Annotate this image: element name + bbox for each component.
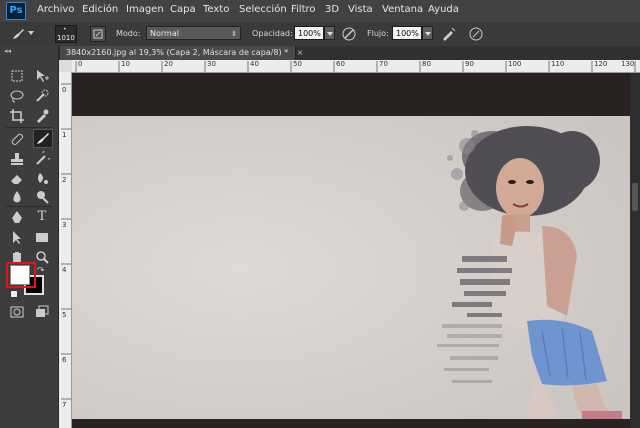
brush-preset-icon[interactable] <box>90 26 106 42</box>
default-colors-icon[interactable] <box>10 290 18 298</box>
opacity-input[interactable]: 100% <box>294 26 324 40</box>
flow-label: Flujo: <box>367 29 389 38</box>
quick-select-icon[interactable] <box>34 88 50 104</box>
rectangle-icon[interactable] <box>34 229 50 245</box>
ruler-tick-label: 20 <box>164 60 173 68</box>
ruler-tick-label: 4 <box>62 266 67 274</box>
menu-3d[interactable]: 3D <box>325 4 339 15</box>
tool-preset-arrow-icon[interactable] <box>28 31 34 35</box>
lasso-icon[interactable] <box>9 88 25 104</box>
scrollbar-thumb[interactable] <box>632 183 638 211</box>
flow-dropdown-icon[interactable] <box>422 26 433 40</box>
move-icon[interactable] <box>34 68 50 84</box>
brush-dot-icon: • <box>63 26 67 33</box>
ruler-vertical: 0 1 2 3 4 5 6 7 <box>59 72 72 428</box>
healing-icon[interactable] <box>9 131 25 147</box>
image-canvas[interactable] <box>72 116 634 419</box>
tools-separator <box>6 127 52 128</box>
ruler-tick-label: 70 <box>379 60 388 68</box>
marquee-icon[interactable] <box>9 68 25 84</box>
flow-input[interactable]: 100% <box>392 26 422 40</box>
ruler-tick-label: 60 <box>336 60 345 68</box>
ruler-tick-label: 0 <box>62 86 67 94</box>
ruler-tick-label: 1 <box>62 131 67 139</box>
ruler-tick-label: 90 <box>465 60 474 68</box>
ruler-tick-label: 120 <box>594 60 608 68</box>
blur-icon[interactable] <box>9 189 25 205</box>
brush-size-picker[interactable]: • 1010 <box>55 25 77 43</box>
ruler-corner <box>59 60 72 72</box>
menu-archivo[interactable]: Archivo <box>37 4 74 15</box>
stamp-icon[interactable] <box>9 151 25 167</box>
pen-icon[interactable] <box>9 209 25 225</box>
mode-value: Normal <box>150 29 179 38</box>
opacity-label: Opacidad: <box>252 29 293 38</box>
close-tab-icon[interactable]: × <box>297 48 304 57</box>
airbrush-icon[interactable] <box>440 26 456 42</box>
path-select-icon[interactable] <box>9 229 25 245</box>
pressure-opacity-icon[interactable] <box>341 26 357 42</box>
ruler-tick-label: 50 <box>293 60 302 68</box>
dispersion-portrait-image <box>72 116 634 419</box>
crop-icon[interactable] <box>9 108 25 124</box>
swap-colors-icon[interactable]: ↷ <box>37 266 45 276</box>
app-logo: Ps <box>6 2 26 20</box>
ruler-tick-label: 2 <box>62 176 67 184</box>
mode-label: Modo: <box>116 29 141 38</box>
ruler-tick-label: 10 <box>121 60 130 68</box>
document-tab[interactable]: 3840x2160.jpg al 19,3% (Capa 2, Máscara … <box>60 46 303 60</box>
history-brush-icon[interactable] <box>34 148 54 167</box>
ruler-tick-label: 30 <box>207 60 216 68</box>
menu-capa[interactable]: Capa <box>170 4 196 15</box>
screen-mode-icon[interactable] <box>34 304 50 320</box>
brush-icon[interactable] <box>10 26 26 42</box>
panel-collapse-icon[interactable]: ◂◂ <box>4 47 11 55</box>
ruler-tick-label: 110 <box>551 60 565 68</box>
menu-imagen[interactable]: Imagen <box>126 4 164 15</box>
ruler-tick-label: 80 <box>422 60 431 68</box>
ruler-horizontal: 0 10 20 30 40 50 60 70 80 90 100 110 120… <box>72 60 640 73</box>
brush-size-value: 1010 <box>57 34 75 42</box>
eyedropper-icon[interactable] <box>34 108 50 124</box>
gradient-icon[interactable] <box>34 170 50 186</box>
menu-edicion[interactable]: Edición <box>82 4 118 15</box>
eraser-icon[interactable] <box>9 170 25 186</box>
ruler-tick-label: 0 <box>78 60 83 68</box>
tools-separator <box>6 206 52 207</box>
vertical-scrollbar[interactable] <box>630 73 640 428</box>
dodge-icon[interactable] <box>34 189 50 205</box>
opacity-dropdown-icon[interactable] <box>324 26 335 40</box>
pressure-size-icon[interactable] <box>468 26 484 42</box>
ruler-tick-label: 40 <box>250 60 259 68</box>
ruler-tick-label: 130 <box>621 60 635 68</box>
menu-filtro[interactable]: Filtro <box>291 4 316 15</box>
ruler-tick-label: 7 <box>62 401 67 409</box>
quick-mask-icon[interactable] <box>9 304 25 320</box>
options-bar: • 1010 Modo: Normal ⇕ Opacidad: 100% Flu… <box>0 22 640 47</box>
menu-texto[interactable]: Texto <box>203 4 229 15</box>
ruler-tick-label: 100 <box>508 60 522 68</box>
ruler-tick-label: 5 <box>62 311 67 319</box>
mode-select[interactable]: Normal ⇕ <box>146 26 241 40</box>
zoom-icon[interactable] <box>34 249 50 265</box>
type-icon[interactable]: T <box>34 209 50 225</box>
ruler-tick-label: 3 <box>62 221 67 229</box>
brush-tool-icon[interactable] <box>33 129 53 148</box>
menu-ayuda[interactable]: Ayuda <box>428 4 459 15</box>
menu-bar: Ps Archivo Edición Imagen Capa Texto Sel… <box>0 0 640 23</box>
menu-vista[interactable]: Vista <box>348 4 373 15</box>
foreground-color-swatch[interactable] <box>10 265 30 285</box>
menu-ventana[interactable]: Ventana <box>382 4 423 15</box>
ruler-tick-label: 6 <box>62 356 67 364</box>
menu-seleccion[interactable]: Selección <box>239 4 287 15</box>
document-tab-title: 3840x2160.jpg al 19,3% (Capa 2, Máscara … <box>66 48 289 57</box>
select-arrows-icon: ⇕ <box>231 30 237 38</box>
